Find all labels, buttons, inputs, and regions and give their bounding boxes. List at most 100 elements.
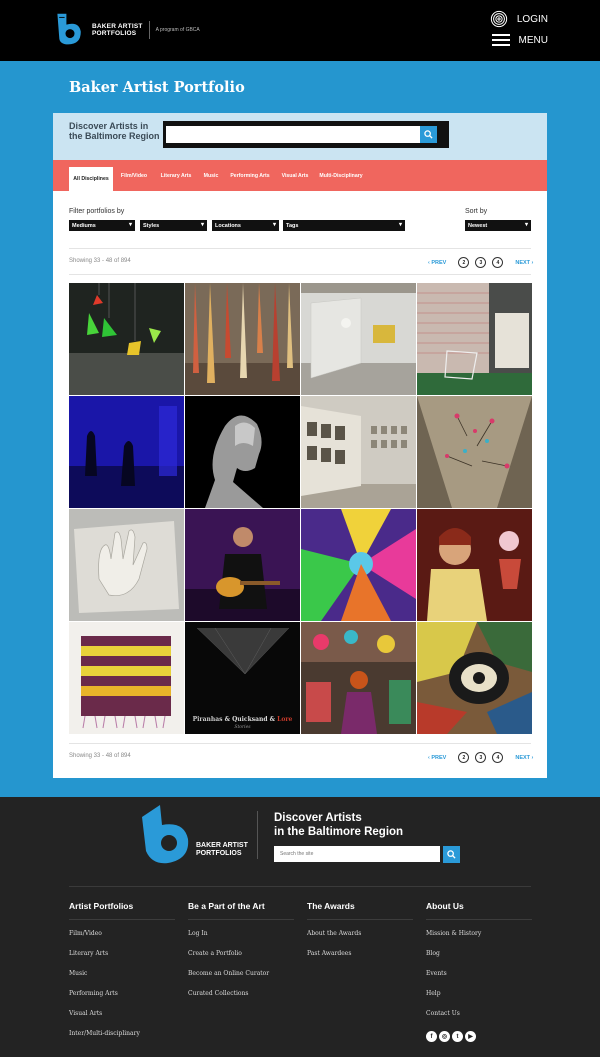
instagram-icon[interactable]: ◎: [439, 1031, 450, 1042]
footer-link[interactable]: Help: [426, 984, 532, 1004]
footer-link[interactable]: Literary Arts: [69, 944, 175, 964]
artwork-thumbnail: [417, 283, 532, 395]
portfolio-tile[interactable]: [301, 509, 416, 621]
locations-select[interactable]: Locations: [212, 220, 279, 231]
login-label: LOGIN: [516, 13, 548, 25]
portfolio-tile[interactable]: [69, 283, 184, 395]
artwork-thumbnail: [417, 622, 532, 734]
tab-all-disciplines[interactable]: All Disciplines: [69, 167, 113, 191]
logo-line1: BAKER ARTIST: [92, 23, 143, 30]
portfolio-tile[interactable]: [185, 396, 300, 508]
portfolio-tile[interactable]: Piranhas & Quicksand & Lore Stories: [185, 622, 300, 734]
page-link[interactable]: 2: [458, 752, 470, 763]
portfolio-tile[interactable]: [185, 509, 300, 621]
tab-literary-arts[interactable]: Literary Arts: [157, 160, 195, 191]
site-footer: BAKER ARTIST PORTFOLIOS Discover Artists…: [0, 797, 600, 1057]
footer-logo-line2: PORTFOLIOS: [196, 850, 242, 857]
portfolio-card: Discover Artists in the Baltimore Region…: [53, 113, 547, 778]
divider: [69, 248, 531, 249]
footer-link[interactable]: Music: [69, 964, 175, 984]
footer-link[interactable]: Create a Portfolio: [188, 944, 294, 964]
portfolio-tile[interactable]: [301, 283, 416, 395]
artwork-thumbnail: [185, 509, 300, 621]
footer-col-the-awards: The Awards About the Awards Past Awardee…: [307, 901, 413, 964]
twitter-icon[interactable]: t: [452, 1031, 463, 1042]
search-icon: [424, 130, 433, 139]
tab-film-video[interactable]: Film/Video: [117, 160, 151, 191]
search-button[interactable]: [420, 126, 437, 143]
footer-link[interactable]: Curated Collections: [188, 984, 294, 1004]
page-link[interactable]: 2: [458, 257, 470, 268]
footer-link[interactable]: Blog: [426, 944, 532, 964]
menu-button[interactable]: MENU: [491, 34, 548, 46]
styles-select[interactable]: Styles: [140, 220, 207, 231]
footer-logo-line1: BAKER ARTIST: [196, 842, 248, 849]
logo-b-icon: [57, 13, 81, 45]
tab-music[interactable]: Music: [201, 160, 221, 191]
footer-link[interactable]: Inter/Multi-disciplinary: [69, 1024, 175, 1044]
filter-label: Filter portfolios by: [69, 208, 125, 215]
artwork-thumbnail: [69, 622, 184, 734]
book-title-part: Lore: [277, 716, 293, 723]
youtube-icon[interactable]: ▶: [465, 1031, 476, 1042]
footer-link[interactable]: Events: [426, 964, 532, 984]
prev-link[interactable]: ‹ PREV: [428, 755, 446, 761]
artwork-thumbnail: [185, 283, 300, 395]
page-link[interactable]: 4: [492, 257, 504, 268]
footer-col-title: Be a Part of the Art: [188, 901, 294, 920]
sort-select[interactable]: Newest: [465, 220, 531, 231]
scroll-accent: [594, 778, 600, 797]
tags-select[interactable]: Tags: [283, 220, 405, 231]
footer-link[interactable]: Log In: [188, 924, 294, 944]
footer-link[interactable]: Performing Arts: [69, 984, 175, 1004]
tab-multi-disciplinary[interactable]: Multi-Disciplinary: [317, 160, 365, 191]
footer-link[interactable]: Contact Us: [426, 1004, 532, 1024]
portfolio-tile[interactable]: [69, 622, 184, 734]
search-input[interactable]: [166, 126, 428, 143]
artwork-thumbnail: [69, 283, 184, 395]
divider: [69, 274, 531, 275]
footer-link[interactable]: Mission & History: [426, 924, 532, 944]
sort-label: Sort by: [465, 208, 488, 215]
portfolio-tile[interactable]: [69, 396, 184, 508]
portfolio-tile[interactable]: [301, 622, 416, 734]
portfolio-tile[interactable]: [417, 509, 532, 621]
page-link[interactable]: 4: [492, 752, 504, 763]
portfolio-tile[interactable]: [301, 396, 416, 508]
footer-logo[interactable]: BAKER ARTIST PORTFOLIOS: [140, 803, 248, 865]
footer-link[interactable]: Past Awardees: [307, 944, 413, 964]
pagination-bottom: ‹ PREV 2 3 4 NEXT ›: [428, 752, 533, 763]
footer-search-button[interactable]: [443, 846, 460, 863]
footer-search-input[interactable]: [274, 846, 440, 862]
page-link[interactable]: 3: [475, 752, 487, 763]
login-link[interactable]: LOGIN: [490, 10, 548, 28]
tab-visual-arts[interactable]: Visual Arts: [279, 160, 311, 191]
footer-col-title: About Us: [426, 901, 532, 920]
page-link[interactable]: 3: [475, 257, 487, 268]
divider: [69, 743, 531, 744]
footer-col-artist-portfolios: Artist Portfolios Film/Video Literary Ar…: [69, 901, 175, 1044]
portfolio-tile[interactable]: [417, 396, 532, 508]
tab-performing-arts[interactable]: Performing Arts: [227, 160, 273, 191]
portfolio-tile[interactable]: [185, 283, 300, 395]
portfolio-tile[interactable]: [69, 509, 184, 621]
footer-col-about-us: About Us Mission & History Blog Events H…: [426, 901, 532, 1024]
pagination-top: ‹ PREV 2 3 4 NEXT ›: [428, 257, 533, 268]
footer-col-be-a-part: Be a Part of the Art Log In Create a Por…: [188, 901, 294, 1004]
next-link[interactable]: NEXT ›: [515, 755, 533, 761]
menu-label: MENU: [518, 34, 548, 46]
facebook-icon[interactable]: f: [426, 1031, 437, 1042]
portfolio-tile[interactable]: [417, 622, 532, 734]
footer-link[interactable]: Become an Online Curator: [188, 964, 294, 984]
hamburger-icon: [491, 34, 510, 46]
logo-b-icon: [142, 805, 189, 864]
portfolio-tile[interactable]: [417, 283, 532, 395]
mediums-select[interactable]: Mediums: [69, 220, 135, 231]
footer-link[interactable]: Film/Video: [69, 924, 175, 944]
footer-divider: [257, 811, 258, 859]
next-link[interactable]: NEXT ›: [515, 260, 533, 266]
prev-link[interactable]: ‹ PREV: [428, 260, 446, 266]
footer-link[interactable]: Visual Arts: [69, 1004, 175, 1024]
footer-link[interactable]: About the Awards: [307, 924, 413, 944]
site-logo[interactable]: BAKER ARTIST PORTFOLIOS A program of GBC…: [52, 12, 200, 48]
